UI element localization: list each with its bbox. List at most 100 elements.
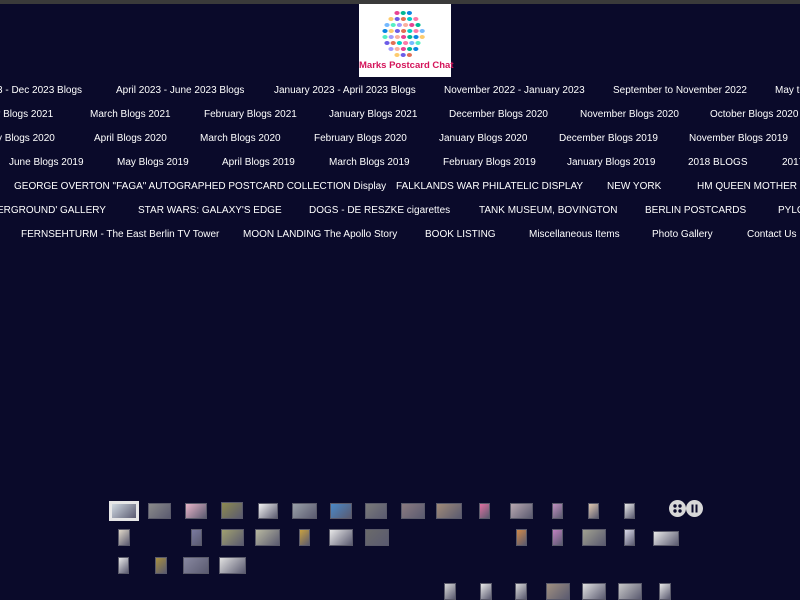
nav-link[interactable]: BOOK LISTING — [425, 229, 496, 240]
gallery-thumbnail[interactable] — [624, 529, 635, 546]
nav-link[interactable]: Photo Gallery — [652, 229, 713, 240]
gallery-thumbnail[interactable] — [329, 529, 353, 546]
nav-link[interactable]: June Blogs 2019 — [9, 157, 84, 168]
nav-link[interactable]: November 2022 - January 2023 — [444, 85, 585, 96]
thumbnail-image — [366, 530, 388, 545]
gallery-thumbnail[interactable] — [155, 557, 167, 574]
gallery-thumbnail[interactable] — [436, 503, 462, 519]
gallery-thumbnail[interactable] — [552, 529, 563, 546]
gallery-thumbnail[interactable] — [191, 529, 202, 546]
gallery-thumbnail[interactable] — [221, 529, 244, 546]
gallery-thumbnail[interactable] — [444, 583, 456, 600]
gallery-thumbnail[interactable] — [118, 557, 129, 574]
gallery-thumbnail[interactable] — [582, 583, 606, 600]
gallery-thumbnail[interactable] — [624, 503, 635, 519]
nav-link[interactable]: September to November 2022 — [613, 85, 747, 96]
gallery-thumbnail[interactable] — [401, 503, 425, 519]
thumbnail-image — [112, 504, 136, 518]
nav-link[interactable]: FALKLANDS WAR PHILATELIC DISPLAY — [396, 181, 583, 192]
nav-link[interactable]: 2017 — [782, 157, 800, 168]
thumbnail-image — [547, 584, 569, 599]
gallery-thumbnail[interactable] — [292, 503, 317, 519]
nav-link[interactable]: January 2023 - April 2023 Blogs — [274, 85, 416, 96]
thumbnail-image — [619, 584, 641, 599]
gallery-thumbnail[interactable] — [255, 529, 280, 546]
gallery-thumbnail[interactable] — [659, 583, 671, 600]
nav-link[interactable]: April Blogs 2020 — [94, 133, 167, 144]
gallery-thumbnail[interactable] — [582, 529, 606, 546]
thumbnail-image — [589, 504, 598, 518]
nav-link[interactable]: January Blogs 2021 — [329, 109, 417, 120]
thumbnail-image — [437, 504, 461, 518]
site-logo[interactable]: Marks Postcard Chat — [359, 4, 454, 77]
nav-link[interactable]: FERNSEHTURM - The East Berlin TV Tower — [21, 229, 219, 240]
nav-link[interactable]: PYLO — [778, 205, 800, 216]
nav-link[interactable]: MOON LANDING The Apollo Story — [243, 229, 397, 240]
nav-link[interactable]: November Blogs 2019 — [689, 133, 788, 144]
nav-link[interactable]: March Blogs 2019 — [329, 157, 410, 168]
nav-link[interactable]: 3 - Dec 2023 Blogs — [0, 85, 82, 96]
gallery-thumbnail[interactable] — [618, 583, 642, 600]
nav-link[interactable]: DOGS - DE RESZKE cigarettes — [309, 205, 450, 216]
nav-link[interactable]: Contact Us — [747, 229, 796, 240]
gallery-thumbnail[interactable] — [588, 503, 599, 519]
nav-link[interactable]: January Blogs 2019 — [567, 157, 655, 168]
nav-link[interactable]: May to — [775, 85, 800, 96]
nav-link[interactable]: October Blogs 2020 — [710, 109, 798, 120]
nav-link[interactable]: March Blogs 2020 — [200, 133, 281, 144]
gallery-thumbnail[interactable] — [258, 503, 278, 519]
nav-link[interactable]: NEW YORK — [607, 181, 661, 192]
gallery-thumbnail[interactable] — [516, 529, 527, 546]
nav-link[interactable]: December Blogs 2020 — [449, 109, 548, 120]
thumbnail-image — [511, 504, 532, 518]
nav-link[interactable]: February Blogs 2020 — [314, 133, 407, 144]
nav-link[interactable]: TANK MUSEUM, BOVINGTON — [479, 205, 618, 216]
gallery-thumbnail[interactable] — [365, 503, 387, 519]
gallery-thumbnail[interactable] — [118, 529, 130, 546]
nav-link[interactable]: March Blogs 2021 — [90, 109, 171, 120]
nav-link[interactable]: 2018 BLOGS — [688, 157, 747, 168]
gallery-thumbnail[interactable] — [479, 503, 490, 519]
nav-link[interactable]: January Blogs 2020 — [439, 133, 527, 144]
thumbnail-image — [553, 530, 562, 545]
thumbnail-image — [259, 504, 277, 518]
nav-link[interactable]: Miscellaneous Items — [529, 229, 620, 240]
gallery-thumbnail[interactable] — [183, 557, 209, 574]
nav-link[interactable]: STAR WARS: GALAXY'S EDGE — [138, 205, 282, 216]
nav-link[interactable]: BERLIN POSTCARDS — [645, 205, 746, 216]
gallery-thumbnail[interactable] — [510, 503, 533, 519]
gallery-thumbnail[interactable] — [515, 583, 527, 600]
gallery-thumbnail[interactable] — [365, 529, 389, 546]
gallery-thumbnail[interactable] — [221, 502, 243, 519]
gallery-thumbnail[interactable] — [546, 583, 570, 600]
nav-link[interactable]: y Blogs 2020 — [0, 133, 55, 144]
gallery-thumbnail[interactable] — [552, 503, 563, 519]
nav-link[interactable]: May Blogs 2019 — [117, 157, 189, 168]
nav-link[interactable]: February Blogs 2021 — [204, 109, 297, 120]
pause-icon[interactable] — [686, 500, 703, 517]
nav-link[interactable]: GEORGE OVERTON "FAGA" AUTOGRAPHED POSTCA… — [14, 181, 386, 192]
nav-link[interactable]: December Blogs 2019 — [559, 133, 658, 144]
grid-view-icon[interactable] — [669, 500, 686, 517]
nav-link[interactable]: r Blogs 2021 — [0, 109, 53, 120]
thumbnail-image — [481, 584, 491, 599]
nav-link[interactable]: April 2023 - June 2023 Blogs — [116, 85, 244, 96]
gallery-thumbnail[interactable] — [148, 503, 171, 519]
gallery-thumbnail[interactable] — [480, 583, 492, 600]
nav-link[interactable]: ERGROUND' GALLERY — [0, 205, 106, 216]
nav-row7: FERNSEHTURM - The East Berlin TV Tower MO… — [0, 226, 800, 246]
gallery-thumbnail[interactable] — [653, 531, 679, 546]
nav-link[interactable]: November Blogs 2020 — [580, 109, 679, 120]
gallery-thumbnail[interactable] — [109, 501, 139, 521]
gallery-thumbnail[interactable] — [219, 557, 246, 574]
nav-link[interactable]: February Blogs 2019 — [443, 157, 536, 168]
nav-link[interactable]: April Blogs 2019 — [222, 157, 295, 168]
gallery-thumbnail[interactable] — [330, 503, 352, 519]
thumbnail-image — [625, 530, 634, 545]
gallery-thumbnail[interactable] — [185, 503, 207, 519]
logo-title: Marks Postcard Chat — [359, 60, 454, 71]
nav-link[interactable]: HM QUEEN MOTHER — [697, 181, 797, 192]
thumbnail-image — [330, 530, 352, 545]
gallery-thumbnail[interactable] — [299, 529, 310, 546]
nav-row4: June Blogs 2019 May Blogs 2019 April Blogs… — [0, 154, 800, 174]
